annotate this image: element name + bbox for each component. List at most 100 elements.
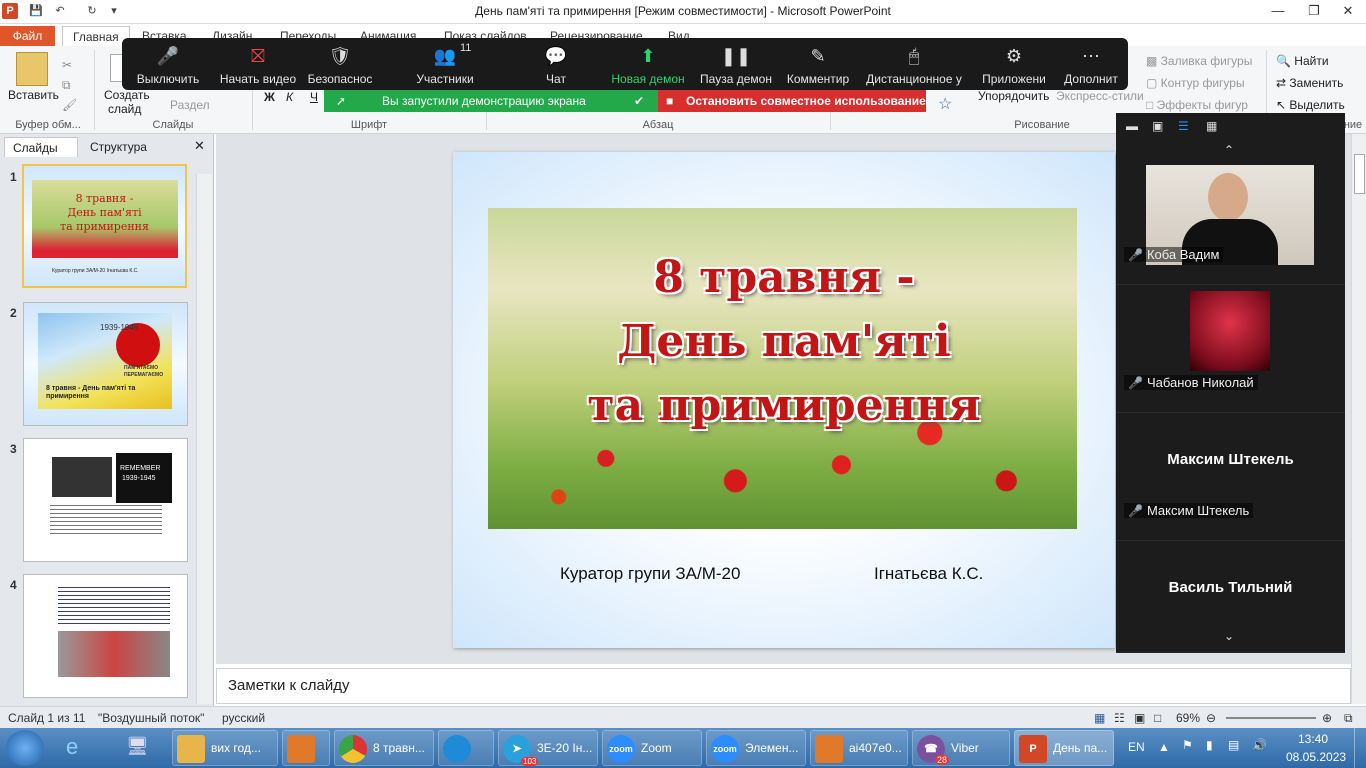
panel-scrollbar[interactable] <box>196 174 212 704</box>
slide-sorter-icon[interactable]: ☷ <box>1114 711 1125 725</box>
participant-tile[interactable]: 🎤 Чабанов Николай <box>1116 285 1345 413</box>
slide-thumbnail-1[interactable]: 8 травня - День пам'яті та примирення Кура… <box>22 164 187 288</box>
taskbar-item[interactable]: zoom Элемен... <box>706 730 806 766</box>
section-button[interactable]: Раздел <box>170 98 210 112</box>
format-painter-icon[interactable]: 🖌 <box>62 98 77 112</box>
shape-fill-button[interactable]: ▩ Заливка фигуры <box>1146 54 1252 68</box>
minimize-video-icon[interactable]: ▬ <box>1126 119 1138 133</box>
slide-title-line-3[interactable]: та примирення <box>453 380 1115 431</box>
zoom-out-icon[interactable]: ⊖ <box>1206 711 1216 725</box>
find-button[interactable]: 🔍 Найти <box>1276 54 1329 68</box>
participant-tile[interactable]: Максим Штекель 🎤 Максим Штекель <box>1116 413 1345 541</box>
clock-time[interactable]: 13:40 <box>1298 732 1328 746</box>
tab-outline[interactable]: Структура <box>82 137 155 157</box>
underline-button[interactable]: Ч <box>310 90 318 104</box>
gallery-view-icon[interactable]: ▦ <box>1206 119 1217 133</box>
annotate-button[interactable]: ✎ Комментир <box>784 38 852 90</box>
apps-button[interactable]: ⚙ Приложени <box>978 38 1050 90</box>
taskbar-item[interactable]: вих год... <box>172 730 278 766</box>
taskbar-item[interactable] <box>438 730 494 766</box>
reading-view-icon[interactable]: ▣ <box>1134 711 1145 725</box>
slide-scrollbar[interactable] <box>1351 134 1366 704</box>
quick-styles-button[interactable]: Экспресс-стили <box>1056 89 1144 103</box>
paste-button[interactable]: Вставить <box>8 88 59 102</box>
strip-view-icon[interactable]: ☰ <box>1178 119 1189 133</box>
shape-outline-button[interactable]: ▢ Контур фигуры <box>1146 76 1245 90</box>
security-button[interactable]: 🛡 Безопаснос <box>304 38 376 90</box>
show-hidden-icons[interactable]: ▲ <box>1158 740 1170 754</box>
shape-effects-button[interactable]: □ Эффекты фигур <box>1146 98 1248 112</box>
mute-button[interactable]: 🎤 Выключить <box>130 38 206 90</box>
slide-title-line-1[interactable]: 8 травня - <box>453 252 1115 303</box>
new-share-button[interactable]: ⬆ Новая демон <box>610 38 686 90</box>
taskbar-item[interactable]: zoom Zoom <box>602 730 702 766</box>
select-button[interactable]: ↖ Выделить <box>1276 98 1345 112</box>
computer-icon[interactable]: 🖥 <box>126 736 149 757</box>
pause-share-button[interactable]: ❚❚ Пауза демон <box>698 38 774 90</box>
start-button[interactable] <box>6 730 44 766</box>
taskbar-item[interactable]: ai407e0... <box>810 730 908 766</box>
battery-icon[interactable]: ▮ <box>1206 738 1213 752</box>
taskbar-item[interactable] <box>282 730 330 766</box>
mic-icon: 🎤 <box>156 46 180 66</box>
normal-view-icon[interactable]: ▦ <box>1094 711 1105 725</box>
minimize-button[interactable]: — <box>1266 2 1290 20</box>
new-slide-button-line2[interactable]: слайд <box>108 102 141 116</box>
italic-button[interactable]: К <box>286 90 293 104</box>
slideshow-icon[interactable]: □ <box>1154 711 1161 725</box>
participant-tile[interactable]: 🎤 Коба Вадим <box>1116 157 1345 285</box>
keyboard-language[interactable]: EN <box>1128 740 1145 754</box>
teacher-name[interactable]: Ігнатьєва К.С. <box>874 564 983 584</box>
close-button[interactable]: ✕ <box>1336 2 1360 20</box>
taskbar-item[interactable]: P День па... <box>1014 730 1114 766</box>
zoom-slider[interactable] <box>1226 717 1316 719</box>
speaker-view-icon[interactable]: ▣ <box>1152 119 1163 133</box>
paste-icon[interactable] <box>16 52 48 86</box>
taskbar-item[interactable]: ☎ 28 Viber <box>912 730 1010 766</box>
flag-icon[interactable]: ⚑ <box>1182 738 1193 752</box>
tab-slides[interactable]: Слайды <box>4 137 78 157</box>
notes-pane[interactable]: Заметки к слайду <box>216 668 1351 704</box>
ie-icon[interactable]: e <box>66 734 78 760</box>
scroll-down-icon[interactable]: ⌄ <box>1224 629 1234 643</box>
network-icon[interactable]: ▤ <box>1228 738 1239 752</box>
current-slide[interactable]: 8 травня - День пам'яті та примирення Ку… <box>453 152 1115 648</box>
restore-button[interactable]: ❐ <box>1302 2 1326 20</box>
copy-icon[interactable]: ⧉ <box>62 78 71 93</box>
cut-icon[interactable]: ✂ <box>62 58 72 72</box>
star-shape-icon[interactable]: ☆ <box>938 94 952 114</box>
new-slide-button[interactable]: Создать <box>104 88 150 102</box>
bold-button[interactable]: Ж <box>264 90 275 104</box>
slide-thumbnail-3[interactable]: REMEMBER 1939-1945 <box>23 438 188 562</box>
arrange-button[interactable]: Упорядочить <box>978 89 1049 103</box>
language-indicator[interactable]: русский <box>222 711 265 725</box>
replace-button[interactable]: ⇄ Заменить <box>1276 76 1343 90</box>
curator-text[interactable]: Куратор групи ЗА/М-20 <box>560 564 740 584</box>
share-notice-bar[interactable]: ➚ Вы запустили демонстрацию экрана ✔ <box>324 90 658 112</box>
start-video-button[interactable]: ⛝ Начать видео <box>214 38 302 90</box>
zoom-level[interactable]: 69% <box>1176 711 1200 725</box>
close-panel-icon[interactable]: ✕ <box>194 138 205 154</box>
participant-tile[interactable]: Василь Тильний ⌄ <box>1116 541 1345 653</box>
volume-icon[interactable]: 🔊 <box>1252 738 1267 752</box>
slide-thumbnail-2[interactable]: 1939-1945 ПАМ'ЯТАЄМО ПЕРЕМАГАЄМО 8 травн… <box>23 302 188 426</box>
slide-thumbnail-4[interactable] <box>23 574 188 698</box>
show-desktop-button[interactable] <box>1354 728 1366 768</box>
tab-home[interactable]: Главная <box>62 26 130 46</box>
taskbar-item[interactable]: ➤ 103 3Е-20 Ін... <box>498 730 598 766</box>
remote-control-button[interactable]: 🖱 Дистанционное у <box>864 38 964 90</box>
scroll-up-icon[interactable]: ⌃ <box>1224 143 1234 157</box>
slide-title-line-2[interactable]: День пам'яті <box>453 316 1115 367</box>
taskbar-item[interactable]: 8 травн... <box>334 730 434 766</box>
zoom-in-icon[interactable]: ⊕ <box>1322 711 1332 725</box>
media-icon <box>287 735 315 763</box>
title-bar: P 💾 ↶ ↻ ▾ День пам'яті та примирення [Ре… <box>0 0 1366 24</box>
more-button[interactable]: ⋯ Дополнит <box>1058 38 1124 90</box>
fit-window-icon[interactable]: ⧉ <box>1344 711 1353 726</box>
clock-date[interactable]: 08.05.2023 <box>1286 750 1346 764</box>
stop-share-button[interactable]: ■ Остановить совместное использование <box>658 90 926 112</box>
theme-name[interactable]: "Воздушный поток" <box>98 711 204 725</box>
shield-check-icon: ✔ <box>634 94 645 108</box>
chat-button[interactable]: 💬 Чат <box>530 38 582 90</box>
tab-file[interactable]: Файл <box>0 26 55 46</box>
